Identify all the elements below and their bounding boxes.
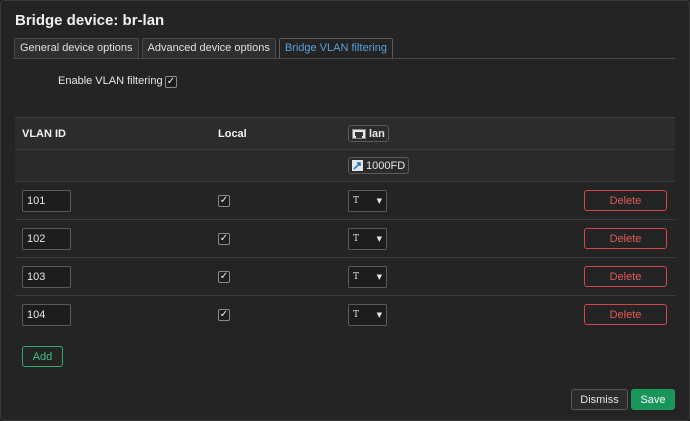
checkmark-icon: ✓ xyxy=(166,76,176,87)
vlan-id-input[interactable] xyxy=(22,303,71,326)
caret-down-icon: ▼ xyxy=(376,310,382,319)
enable-vlan-filtering-checkbox[interactable]: ✓ xyxy=(165,76,177,88)
checkmark-icon: ✓ xyxy=(219,233,229,244)
checkmark-icon: ✓ xyxy=(219,271,229,282)
port-tag-select[interactable]: T ▼ xyxy=(348,227,387,250)
port-speed-chip: 1000FD xyxy=(348,157,410,174)
vlan-id-input[interactable] xyxy=(22,227,71,250)
vlan-table: VLAN ID Local lan 1000FD 101 ✓ T ▼ Delet… xyxy=(15,117,675,334)
table-row: ✓ T ▼ Delete xyxy=(15,219,675,258)
caret-down-icon: ▼ xyxy=(376,272,382,281)
local-checkbox[interactable]: ✓ xyxy=(218,309,230,322)
tab-bar: General device options Advanced device o… xyxy=(14,38,393,58)
port-speed-icon xyxy=(352,160,363,171)
delete-button[interactable]: Delete xyxy=(584,304,667,326)
table-header-row: VLAN ID Local lan xyxy=(15,117,675,150)
tab-general-device-options[interactable]: General device options xyxy=(14,38,139,58)
table-row: ✓ T ▼ Delete xyxy=(15,181,675,220)
local-checkbox[interactable]: ✓ xyxy=(218,233,230,245)
enable-vlan-filtering-label: Enable VLAN filtering xyxy=(58,75,163,87)
dismiss-button[interactable]: Dismiss xyxy=(571,389,628,410)
delete-button[interactable]: Delete xyxy=(584,266,667,287)
local-checkbox[interactable]: ✓ xyxy=(218,195,230,207)
port-tag-select[interactable]: T ▼ xyxy=(348,303,387,326)
checkmark-icon: ✓ xyxy=(219,195,229,206)
table-row: ✓ T ▼ Delete xyxy=(15,257,675,296)
port-speed: 1000FD xyxy=(366,159,406,172)
dialog-title: Bridge device: br-lan xyxy=(15,12,165,29)
tab-advanced-device-options[interactable]: Advanced device options xyxy=(141,38,276,58)
vlan-id-input[interactable] xyxy=(22,189,71,212)
delete-button[interactable]: Delete xyxy=(584,190,667,211)
delete-button[interactable]: Delete xyxy=(584,228,667,249)
port-tag-select[interactable]: T ▼ xyxy=(348,189,387,212)
vlan-id-header: VLAN ID xyxy=(22,127,66,140)
network-port-icon xyxy=(352,128,366,139)
port-tag-select[interactable]: T ▼ xyxy=(348,265,387,288)
port-header: lan xyxy=(348,118,568,150)
port-lan-chip: lan xyxy=(348,125,389,142)
checkmark-icon: ✓ xyxy=(219,309,229,321)
port-status-row: 1000FD xyxy=(15,149,675,182)
caret-down-icon: ▼ xyxy=(376,234,382,243)
save-button[interactable]: Save xyxy=(631,389,675,410)
tab-divider xyxy=(14,58,675,59)
table-row: ✓ T ▼ Delete xyxy=(15,295,675,334)
caret-down-icon: ▼ xyxy=(376,196,382,205)
tab-bridge-vlan-filtering[interactable]: Bridge VLAN filtering xyxy=(278,38,393,58)
add-vlan-button[interactable]: Add xyxy=(22,346,63,367)
local-header: Local xyxy=(218,127,247,140)
local-checkbox[interactable]: ✓ xyxy=(218,271,230,283)
port-name: lan xyxy=(369,127,385,140)
bridge-device-dialog: Bridge device: br-lan General device opt… xyxy=(0,0,690,421)
vlan-id-input[interactable] xyxy=(22,265,71,288)
